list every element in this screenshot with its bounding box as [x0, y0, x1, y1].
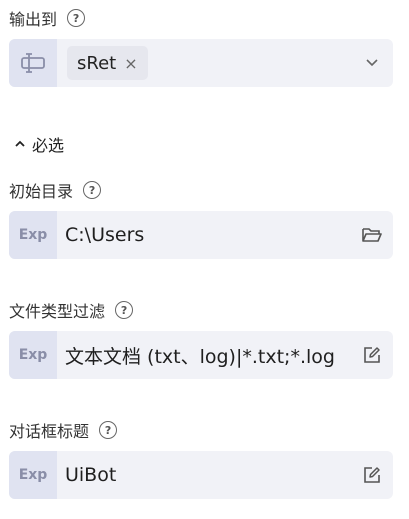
variable-icon[interactable] [9, 39, 57, 87]
chevron-down-icon[interactable] [351, 58, 393, 68]
dialog-title-field[interactable]: Exp UiBot [9, 451, 393, 499]
output-label-text: 输出到 [9, 10, 58, 29]
help-icon[interactable]: ? [83, 181, 102, 199]
initial-dir-label: 初始目录 ? [9, 178, 102, 202]
variable-tag: sRet × [67, 46, 148, 80]
initial-dir-input[interactable]: C:\Users [57, 224, 351, 246]
file-filter-label-text: 文件类型过滤 [9, 302, 106, 321]
properties-panel: 输出到 ? sRet × 必选 初始目录 ? Exp C:\Users 文件类型… [0, 0, 409, 519]
dialog-title-label-text: 对话框标题 [9, 422, 90, 441]
folder-open-icon[interactable] [351, 226, 393, 244]
initial-dir-label-text: 初始目录 [9, 182, 74, 201]
expression-toggle[interactable]: Exp [9, 211, 57, 259]
edit-icon[interactable] [351, 466, 393, 484]
file-filter-input[interactable]: 文本文档 (txt、log)|*.txt;*.log [57, 342, 351, 369]
help-icon[interactable]: ? [67, 9, 86, 27]
dialog-title-label: 对话框标题 ? [9, 418, 118, 442]
output-variable-select[interactable]: sRet × [9, 39, 393, 87]
edit-icon[interactable] [351, 346, 393, 364]
file-filter-label: 文件类型过滤 ? [9, 298, 134, 322]
variable-tag-label: sRet [77, 52, 117, 74]
output-field-label: 输出到 ? [9, 6, 86, 30]
chevron-up-icon [15, 140, 25, 147]
file-filter-field[interactable]: Exp 文本文档 (txt、log)|*.txt;*.log [9, 331, 393, 379]
dialog-title-input[interactable]: UiBot [57, 464, 351, 486]
required-section-toggle[interactable]: 必选 [14, 132, 64, 156]
initial-dir-field[interactable]: Exp C:\Users [9, 211, 393, 259]
section-title: 必选 [32, 136, 65, 155]
help-icon[interactable]: ? [115, 301, 134, 319]
expression-toggle[interactable]: Exp [9, 451, 57, 499]
help-icon[interactable]: ? [99, 421, 118, 439]
close-icon[interactable]: × [124, 54, 137, 73]
expression-toggle[interactable]: Exp [9, 331, 57, 379]
